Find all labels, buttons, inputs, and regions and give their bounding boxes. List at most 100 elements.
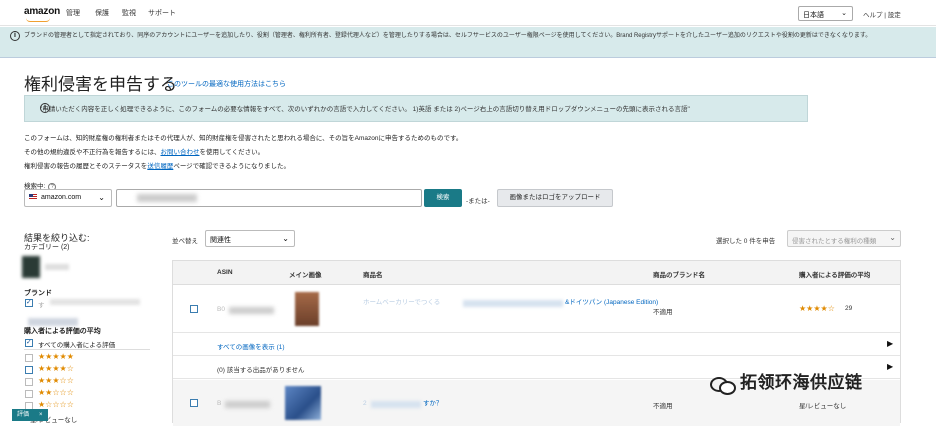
product-title-tail[interactable]: &ドイツパン (Japanese Edition) <box>565 298 665 307</box>
nav-protect[interactable]: 保護 <box>95 8 109 18</box>
rating-filter-title: 購入者による評価の平均 <box>24 328 101 335</box>
marketplace-value: amazon.com <box>41 194 82 201</box>
contact-pre: その他の規約違反や不正行為を報告するには、 <box>24 149 161 156</box>
chevron-down-icon: ⌄ <box>98 193 105 202</box>
title-blur <box>463 300 563 307</box>
nav-monitor[interactable]: 監視 <box>122 8 136 18</box>
no-review-text: 星/レビューなし <box>799 403 847 410</box>
row-checkbox[interactable] <box>190 399 198 407</box>
product-title[interactable]: 2 <box>363 399 367 408</box>
row-checkbox[interactable] <box>190 305 198 313</box>
divider <box>24 349 150 350</box>
info-icon: i <box>10 31 20 41</box>
results-table: ASIN メイン画像 商品名 商品のブランド名 購入者による評価の平均 B0 ホ… <box>172 260 901 426</box>
show-all-images-link[interactable]: すべての画像を表示 (1) <box>217 341 285 351</box>
asin-blur <box>229 307 274 314</box>
close-icon[interactable]: × <box>39 412 43 418</box>
chevron-down-icon: ⌄ <box>889 233 896 242</box>
upload-image-button[interactable]: 画像またはロゴをアップロード <box>497 189 613 207</box>
product-image[interactable] <box>285 386 321 420</box>
watermark-text: 拓领环海供应链 <box>740 373 863 392</box>
eval-tab[interactable]: 評価 × <box>12 409 48 421</box>
table-row: B0 ホームベーカリーでつくる &ドイツパン (Japanese Edition… <box>173 286 900 333</box>
product-image[interactable] <box>295 292 319 326</box>
chevron-down-icon: ⌄ <box>282 234 289 243</box>
notice-text: "申請いただく内容を正しく処理できるように、このフォームの必要な情報をすべて、次… <box>40 106 690 113</box>
intro-paragraph: このフォームは、知的財産権の権利者またはその代理人が、知的財産権を侵害されたと思… <box>24 135 463 142</box>
sort-value: 関連性 <box>210 237 231 244</box>
blurred-query <box>137 194 197 202</box>
brand-item: す <box>38 302 45 309</box>
expand-arrow-icon[interactable]: ▶ <box>887 339 893 348</box>
show-images-row: すべての画像を表示 (1) ▶ <box>173 334 900 356</box>
col-asin: ASIN <box>217 269 233 276</box>
col-image: メイン画像 <box>289 272 322 279</box>
rating-5-checkbox[interactable] <box>25 354 33 362</box>
marketplace-select[interactable]: amazon.com ⌄ <box>24 189 112 207</box>
category-label: カテゴリー (2) <box>24 244 70 251</box>
nav-manage[interactable]: 管理 <box>66 8 80 18</box>
col-rating: 購入者による評価の平均 <box>799 272 871 279</box>
rating-5-stars: ★★★★★ <box>38 352 74 361</box>
or-text: -または- <box>466 198 490 205</box>
rating-2-stars: ★★☆☆☆ <box>38 388 74 397</box>
col-title: 商品名 <box>363 272 383 279</box>
wechat-icon <box>710 375 736 395</box>
watermark: 拓领环海供应链 <box>710 368 920 395</box>
eval-tab-label: 評価 <box>17 412 30 418</box>
search-button[interactable]: 検索 <box>424 189 462 207</box>
chevron-down-icon: ⌄ <box>841 10 847 17</box>
history-post: ページで確認できるようになりました。 <box>173 163 291 170</box>
history-link[interactable]: 送信履歴 <box>147 163 173 170</box>
category-text-blur <box>45 264 69 270</box>
rating-3-stars: ★★★☆☆ <box>38 376 74 385</box>
amazon-logo[interactable]: amazon <box>24 6 60 22</box>
search-input[interactable] <box>116 189 422 207</box>
rating-2-checkbox[interactable] <box>25 390 33 398</box>
no-related-text: (0) 該当する出品がありません <box>217 367 305 374</box>
asin-value: B0 <box>217 306 225 313</box>
selected-count-label: 選択した 0 件を申告 <box>716 238 776 245</box>
brand-value: 不適用 <box>653 403 673 410</box>
rating-4-stars: ★★★★☆ <box>38 364 74 373</box>
brand-more-blur <box>28 318 78 326</box>
category-thumb[interactable] <box>22 256 40 278</box>
rating-all-label: すべての購入者による評価 <box>38 342 116 349</box>
product-title[interactable]: ホームベーカリーでつくる <box>363 298 440 307</box>
history-pre: 権利侵害の報告の履歴とそのステータスを <box>24 163 148 170</box>
contact-link[interactable]: お問い合わせ <box>161 149 200 156</box>
language-select[interactable]: 日本語 ⌄ <box>798 6 853 21</box>
product-title-tail[interactable]: すか？ <box>423 399 443 408</box>
banner-text: ブランドの管理者として指定されており、同序のアカウントにユーザーを追加したり、役… <box>24 33 872 39</box>
report-type-placeholder: 侵害されたとする権利の種類 <box>792 238 877 245</box>
rating-all-checkbox[interactable] <box>25 338 33 347</box>
report-type-select[interactable]: 侵害されたとする権利の種類 ⌄ <box>787 230 901 247</box>
sort-label: 並べ替え <box>172 238 198 245</box>
top-bar: amazon 管理 保護 監視 サポート 日本語 ⌄ ヘルプ | 設定 <box>0 0 936 26</box>
brand-text-blur <box>50 299 140 305</box>
us-flag-icon <box>29 194 37 201</box>
rating-4-checkbox[interactable] <box>25 366 33 374</box>
brand-checkbox[interactable] <box>25 298 33 307</box>
history-paragraph: 権利侵害の報告の履歴とそのステータスを送信履歴ページで確認できるようになりました… <box>24 160 290 170</box>
rating-stars: ★★★★☆ <box>799 304 835 313</box>
contact-post: を使用してください。 <box>199 149 265 156</box>
sort-select[interactable]: 関連性 ⌄ <box>205 230 295 247</box>
col-brand: 商品のブランド名 <box>653 272 705 279</box>
page-title: 権利侵害を申告する <box>24 75 177 94</box>
logo-smile-icon <box>26 18 50 22</box>
nav-support[interactable]: サポート <box>148 8 176 18</box>
brand-label: ブランド <box>24 290 52 297</box>
table-header: ASIN メイン画像 商品名 商品のブランド名 購入者による評価の平均 <box>173 261 900 285</box>
contact-paragraph: その他の規約違反や不正行為を報告するには、お問い合わせを使用してください。 <box>24 146 264 156</box>
rating-1-stars: ★☆☆☆☆ <box>38 400 74 409</box>
review-count[interactable]: 29 <box>845 305 852 312</box>
usage-tips-link[interactable]: このツールの最適な使用方法はこちら <box>167 79 286 89</box>
help-settings-links[interactable]: ヘルプ | 設定 <box>863 9 901 19</box>
asin-blur <box>225 401 270 408</box>
rating-3-checkbox[interactable] <box>25 378 33 386</box>
info-banner: i ブランドの管理者として指定されており、同序のアカウントにユーザーを追加したり… <box>0 27 936 58</box>
asin-value: B <box>217 400 222 407</box>
title-blur <box>371 401 421 408</box>
brand-value: 不適用 <box>653 309 673 316</box>
